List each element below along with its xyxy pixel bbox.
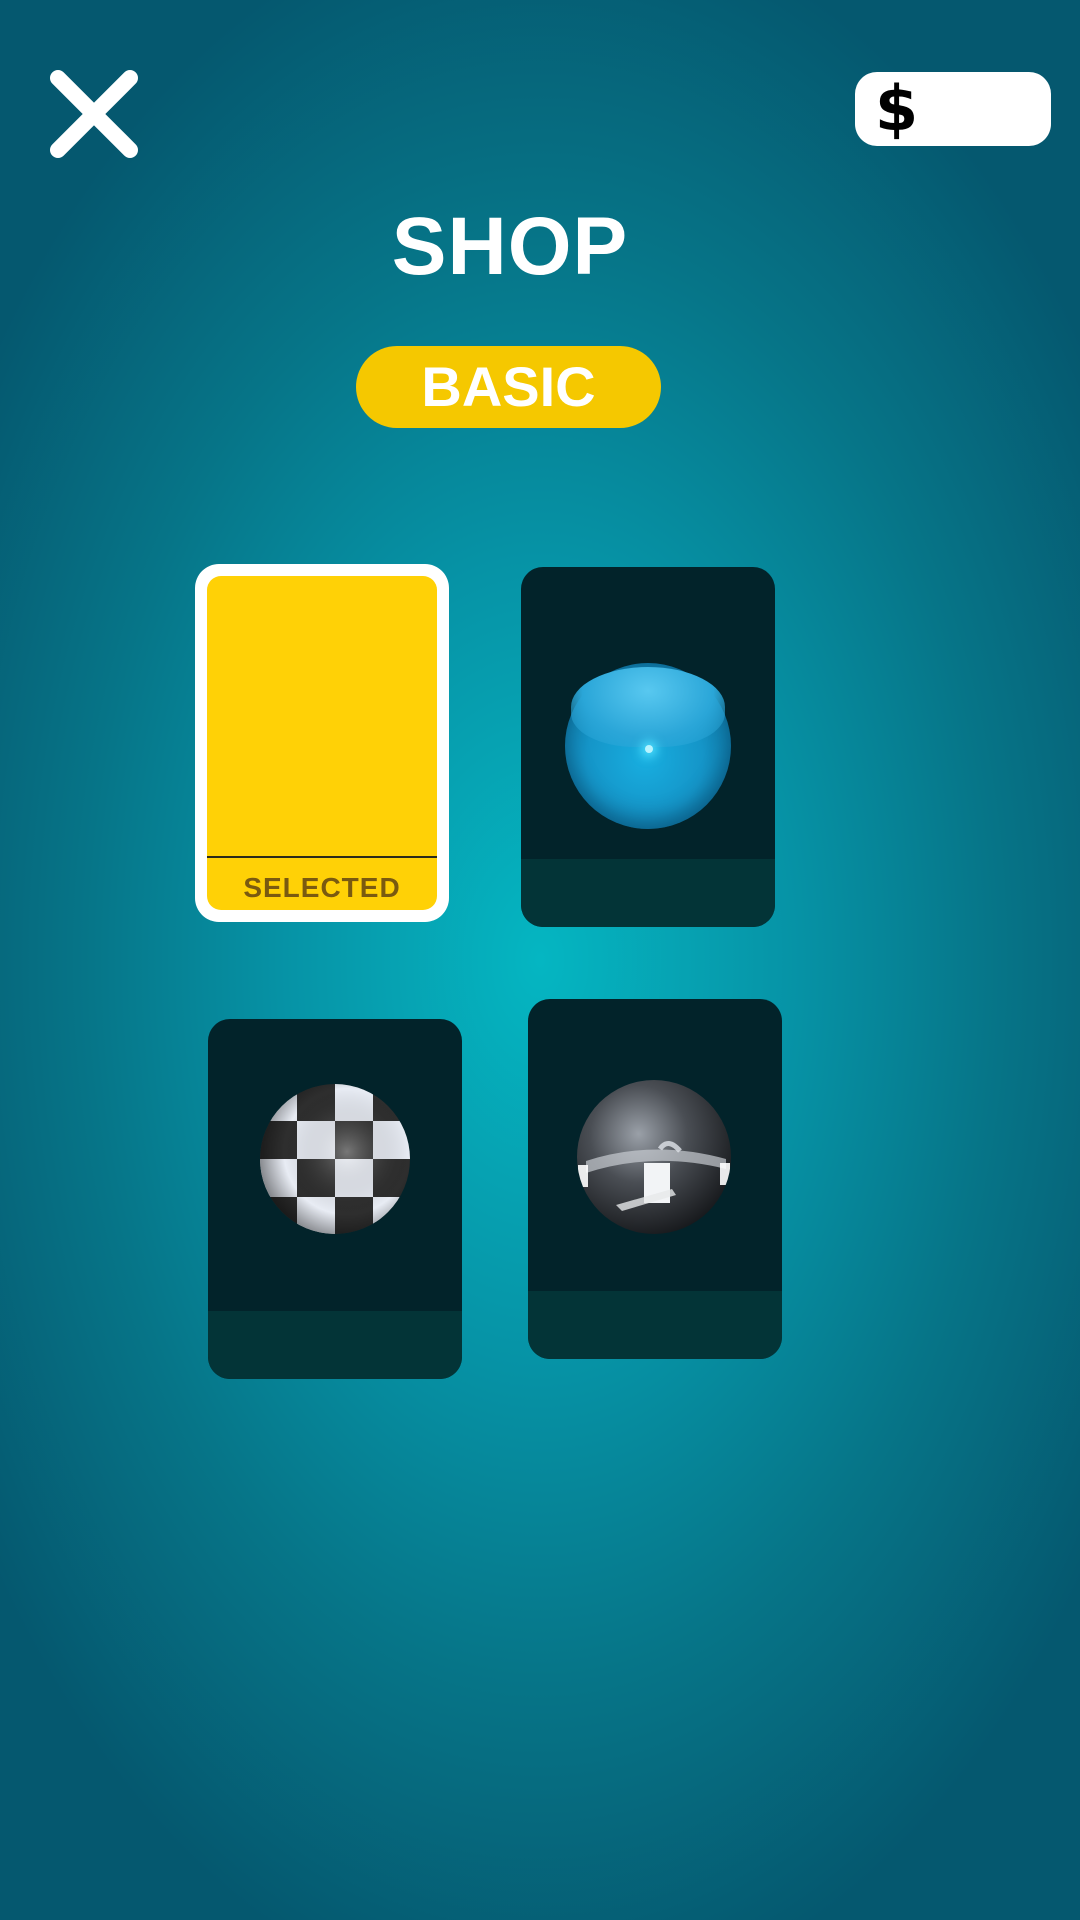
chrome-sphere-icon bbox=[577, 1080, 731, 1234]
close-icon bbox=[50, 70, 138, 158]
item-divider bbox=[207, 856, 437, 858]
shop-item-yellow[interactable]: SELECTED bbox=[195, 564, 449, 922]
blue-sphere-icon bbox=[565, 663, 731, 829]
shop-item-blue-sphere[interactable] bbox=[521, 567, 775, 927]
checkered-sphere-icon bbox=[260, 1084, 410, 1234]
shop-item-checkered-sphere[interactable] bbox=[208, 1019, 462, 1379]
currency-symbol: $ bbox=[875, 72, 919, 145]
tab-basic[interactable]: BASIC bbox=[356, 346, 661, 428]
currency-display: $ bbox=[855, 72, 1051, 146]
item-footer bbox=[528, 1291, 782, 1359]
shop-item-chrome-sphere[interactable] bbox=[528, 999, 782, 1359]
selected-label: SELECTED bbox=[243, 872, 401, 903]
page-title: SHOP bbox=[391, 201, 629, 292]
item-swatch: SELECTED bbox=[207, 576, 437, 910]
item-footer bbox=[208, 1311, 462, 1379]
item-footer bbox=[521, 859, 775, 927]
close-button[interactable] bbox=[48, 68, 140, 160]
